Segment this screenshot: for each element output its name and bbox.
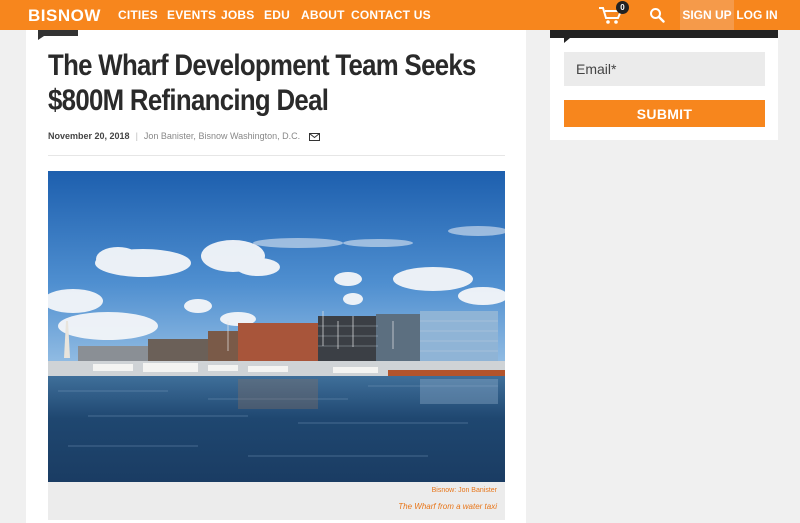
- article-author[interactable]: Jon Banister, Bisnow Washington, D.C.: [144, 131, 300, 141]
- photo-credit: Bisnow: Jon Banister: [431, 487, 497, 494]
- top-nav: BISNOW CITIES EVENTS JOBS EDU ABOUT CONT…: [0, 0, 800, 30]
- photo-caption: The Wharf from a water taxi: [398, 502, 497, 511]
- article-date: November 20, 2018: [48, 131, 130, 141]
- byline: November 20, 2018 | Jon Banister, Bisnow W…: [48, 131, 320, 141]
- nav-about[interactable]: ABOUT: [301, 8, 345, 22]
- headline-line-2: $800M Refinancing Deal: [48, 84, 329, 117]
- log-in-button[interactable]: LOG IN: [734, 0, 780, 30]
- headline-line-1: The Wharf Development Team Seeks: [48, 49, 476, 82]
- nav-contact-us[interactable]: CONTACT US: [351, 8, 431, 22]
- submit-button[interactable]: SUBMIT: [564, 100, 765, 127]
- section-tab-marker: [38, 30, 78, 40]
- bisnow-logo[interactable]: BISNOW: [28, 6, 101, 26]
- article-column: The Wharf Development Team Seeks $800M R…: [26, 30, 526, 523]
- search-icon[interactable]: [649, 7, 665, 23]
- mail-icon[interactable]: [308, 132, 320, 141]
- photo-caption-box: Bisnow: Jon Banister The Wharf from a wa…: [48, 482, 505, 520]
- byline-divider: [48, 155, 505, 156]
- byline-separator: |: [135, 131, 138, 141]
- nav-jobs[interactable]: JOBS: [221, 8, 254, 22]
- nav-cities[interactable]: CITIES: [118, 8, 158, 22]
- sign-up-button[interactable]: SIGN UP: [680, 0, 734, 30]
- sidebar-tab-marker: [564, 38, 570, 43]
- email-field[interactable]: [564, 52, 765, 86]
- article-headline: The Wharf Development Team Seeks $800M R…: [48, 48, 530, 118]
- article-photo-wharf: [48, 171, 505, 482]
- newsletter-sidebar: SUBMIT: [550, 30, 778, 140]
- nav-edu[interactable]: EDU: [264, 8, 290, 22]
- nav-events[interactable]: EVENTS: [167, 8, 216, 22]
- cart-count-badge: 0: [616, 1, 629, 14]
- sidebar-dark-band: [550, 30, 778, 38]
